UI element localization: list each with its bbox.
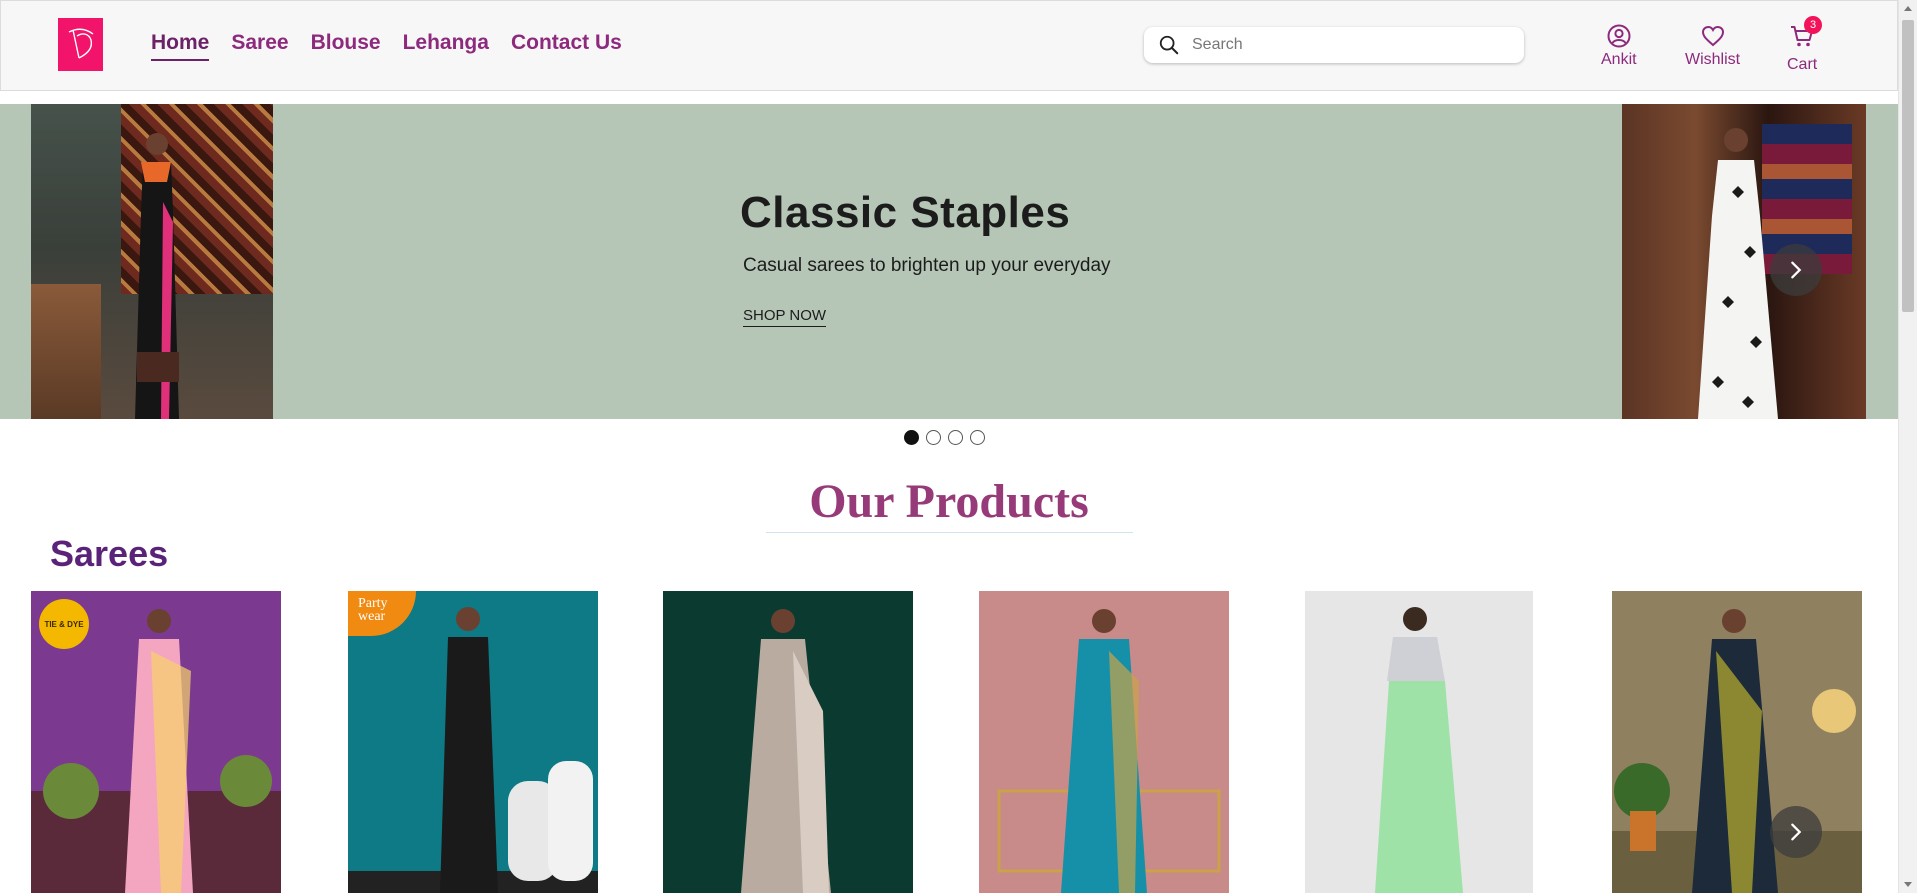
search-input[interactable]	[1192, 36, 1492, 54]
user-circle-icon	[1607, 24, 1631, 48]
products-heading: Our Products	[809, 475, 1089, 528]
banner-right-photo	[1622, 104, 1866, 419]
chevron-right-icon	[1791, 823, 1802, 841]
nav-contact-us[interactable]: Contact Us	[511, 31, 622, 61]
search-bar	[1144, 27, 1524, 63]
carousel-dots	[904, 430, 985, 445]
hero-banner[interactable]: Classic Staples Casual sarees to brighte…	[0, 104, 1898, 419]
nav-home[interactable]: Home	[151, 31, 210, 61]
product-image	[979, 591, 1229, 893]
carousel-dot-1[interactable]	[904, 430, 919, 445]
product-card[interactable]	[663, 591, 913, 893]
heading-divider	[766, 532, 1133, 533]
account-label: Ankit	[1601, 51, 1637, 68]
product-image	[348, 591, 598, 893]
heart-icon	[1701, 25, 1724, 47]
banner-left-photo	[31, 104, 273, 419]
product-card[interactable]	[979, 591, 1229, 893]
cart-label: Cart	[1787, 56, 1818, 73]
chevron-right-icon	[1791, 261, 1802, 279]
product-card[interactable]: Party wear	[348, 591, 598, 893]
cart-icon-wrap: 3	[1789, 16, 1823, 54]
product-image	[1295, 591, 1545, 893]
nav-blouse[interactable]: Blouse	[311, 31, 381, 61]
product-image	[663, 591, 913, 893]
product-card[interactable]	[1612, 591, 1862, 893]
banner-shop-now-link[interactable]: SHOP NOW	[743, 307, 827, 327]
page-scrollbar[interactable]	[1898, 0, 1917, 893]
site-header: Home Saree Blouse Lehanga Contact Us Ank…	[0, 0, 1898, 91]
cart-count-badge: 3	[1804, 16, 1823, 34]
products-next-arrow[interactable]	[1770, 806, 1822, 858]
carousel-dot-2[interactable]	[926, 430, 941, 445]
product-card[interactable]: TIE & DYE	[31, 591, 281, 893]
page: Home Saree Blouse Lehanga Contact Us Ank…	[0, 0, 1917, 893]
scroll-up-arrow-icon[interactable]	[1904, 6, 1912, 11]
banner-model-left	[135, 133, 179, 419]
banner-title: Classic Staples	[740, 188, 1071, 237]
section-title-sarees: Sarees	[50, 533, 169, 574]
banner-subtitle: Casual sarees to brighten up your everyd…	[743, 255, 1111, 276]
nav-saree[interactable]: Saree	[231, 31, 288, 61]
scrollbar-thumb[interactable]	[1902, 20, 1914, 312]
wishlist-label: Wishlist	[1685, 51, 1741, 68]
carousel-dot-3[interactable]	[948, 430, 963, 445]
brand-logo[interactable]	[58, 18, 103, 71]
scroll-down-arrow-icon[interactable]	[1904, 882, 1912, 887]
wishlist-button[interactable]: Wishlist	[1685, 23, 1740, 69]
logo-monogram-icon	[68, 28, 93, 59]
product-card[interactable]	[1295, 591, 1545, 893]
carousel-dot-4[interactable]	[970, 430, 985, 445]
banner-furniture-decor	[31, 284, 101, 419]
account-button[interactable]: Ankit	[1601, 23, 1637, 69]
cart-button[interactable]: 3 Cart	[1787, 16, 1823, 74]
product-image	[1612, 591, 1862, 893]
nav-lehanga[interactable]: Lehanga	[403, 31, 489, 61]
main-nav: Home Saree Blouse Lehanga Contact Us	[151, 31, 622, 61]
banner-next-arrow[interactable]	[1770, 244, 1822, 296]
product-tag-badge: TIE & DYE	[39, 599, 89, 649]
search-icon[interactable]	[1158, 34, 1180, 56]
